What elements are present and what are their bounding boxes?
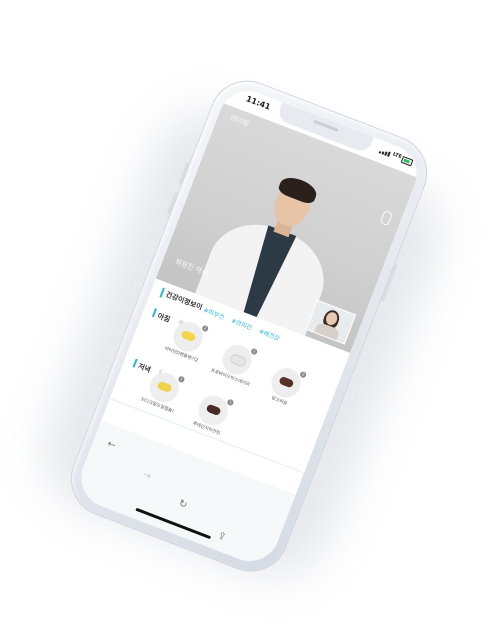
refresh-icon[interactable]: ↻	[177, 498, 189, 511]
self-view-thumbnail[interactable]	[305, 299, 357, 345]
forward-arrow-icon[interactable]: →	[141, 469, 153, 482]
pill-count-badge: 2	[250, 347, 259, 356]
status-time: 11:41	[244, 94, 272, 112]
health-tag[interactable]: #피부건	[202, 305, 225, 321]
pill-count-badge: 2	[299, 370, 308, 379]
health-tag[interactable]: #배건강	[258, 326, 281, 342]
pill-count-badge: 2	[201, 324, 210, 333]
pill-icon	[156, 380, 173, 394]
pill-icon	[205, 403, 222, 417]
mic-icon[interactable]	[379, 209, 394, 227]
back-arrow-icon[interactable]: ←	[105, 438, 117, 451]
share-icon[interactable]: ⇪	[216, 530, 228, 543]
signal-icon	[378, 148, 391, 157]
pill-icon	[180, 329, 197, 343]
video-top-label: 에이핑	[229, 113, 250, 129]
pill-item[interactable]: 1 루테인지아잔틴	[178, 386, 245, 441]
doctor-name: 최원진 약사	[173, 257, 209, 278]
pill-icon	[228, 352, 248, 368]
pill-count-badge: 1	[177, 375, 186, 384]
pill-count-badge: 1	[226, 398, 235, 407]
pill-icon	[278, 375, 295, 389]
battery-icon	[400, 155, 414, 167]
health-tag[interactable]: #관리건	[230, 316, 253, 332]
